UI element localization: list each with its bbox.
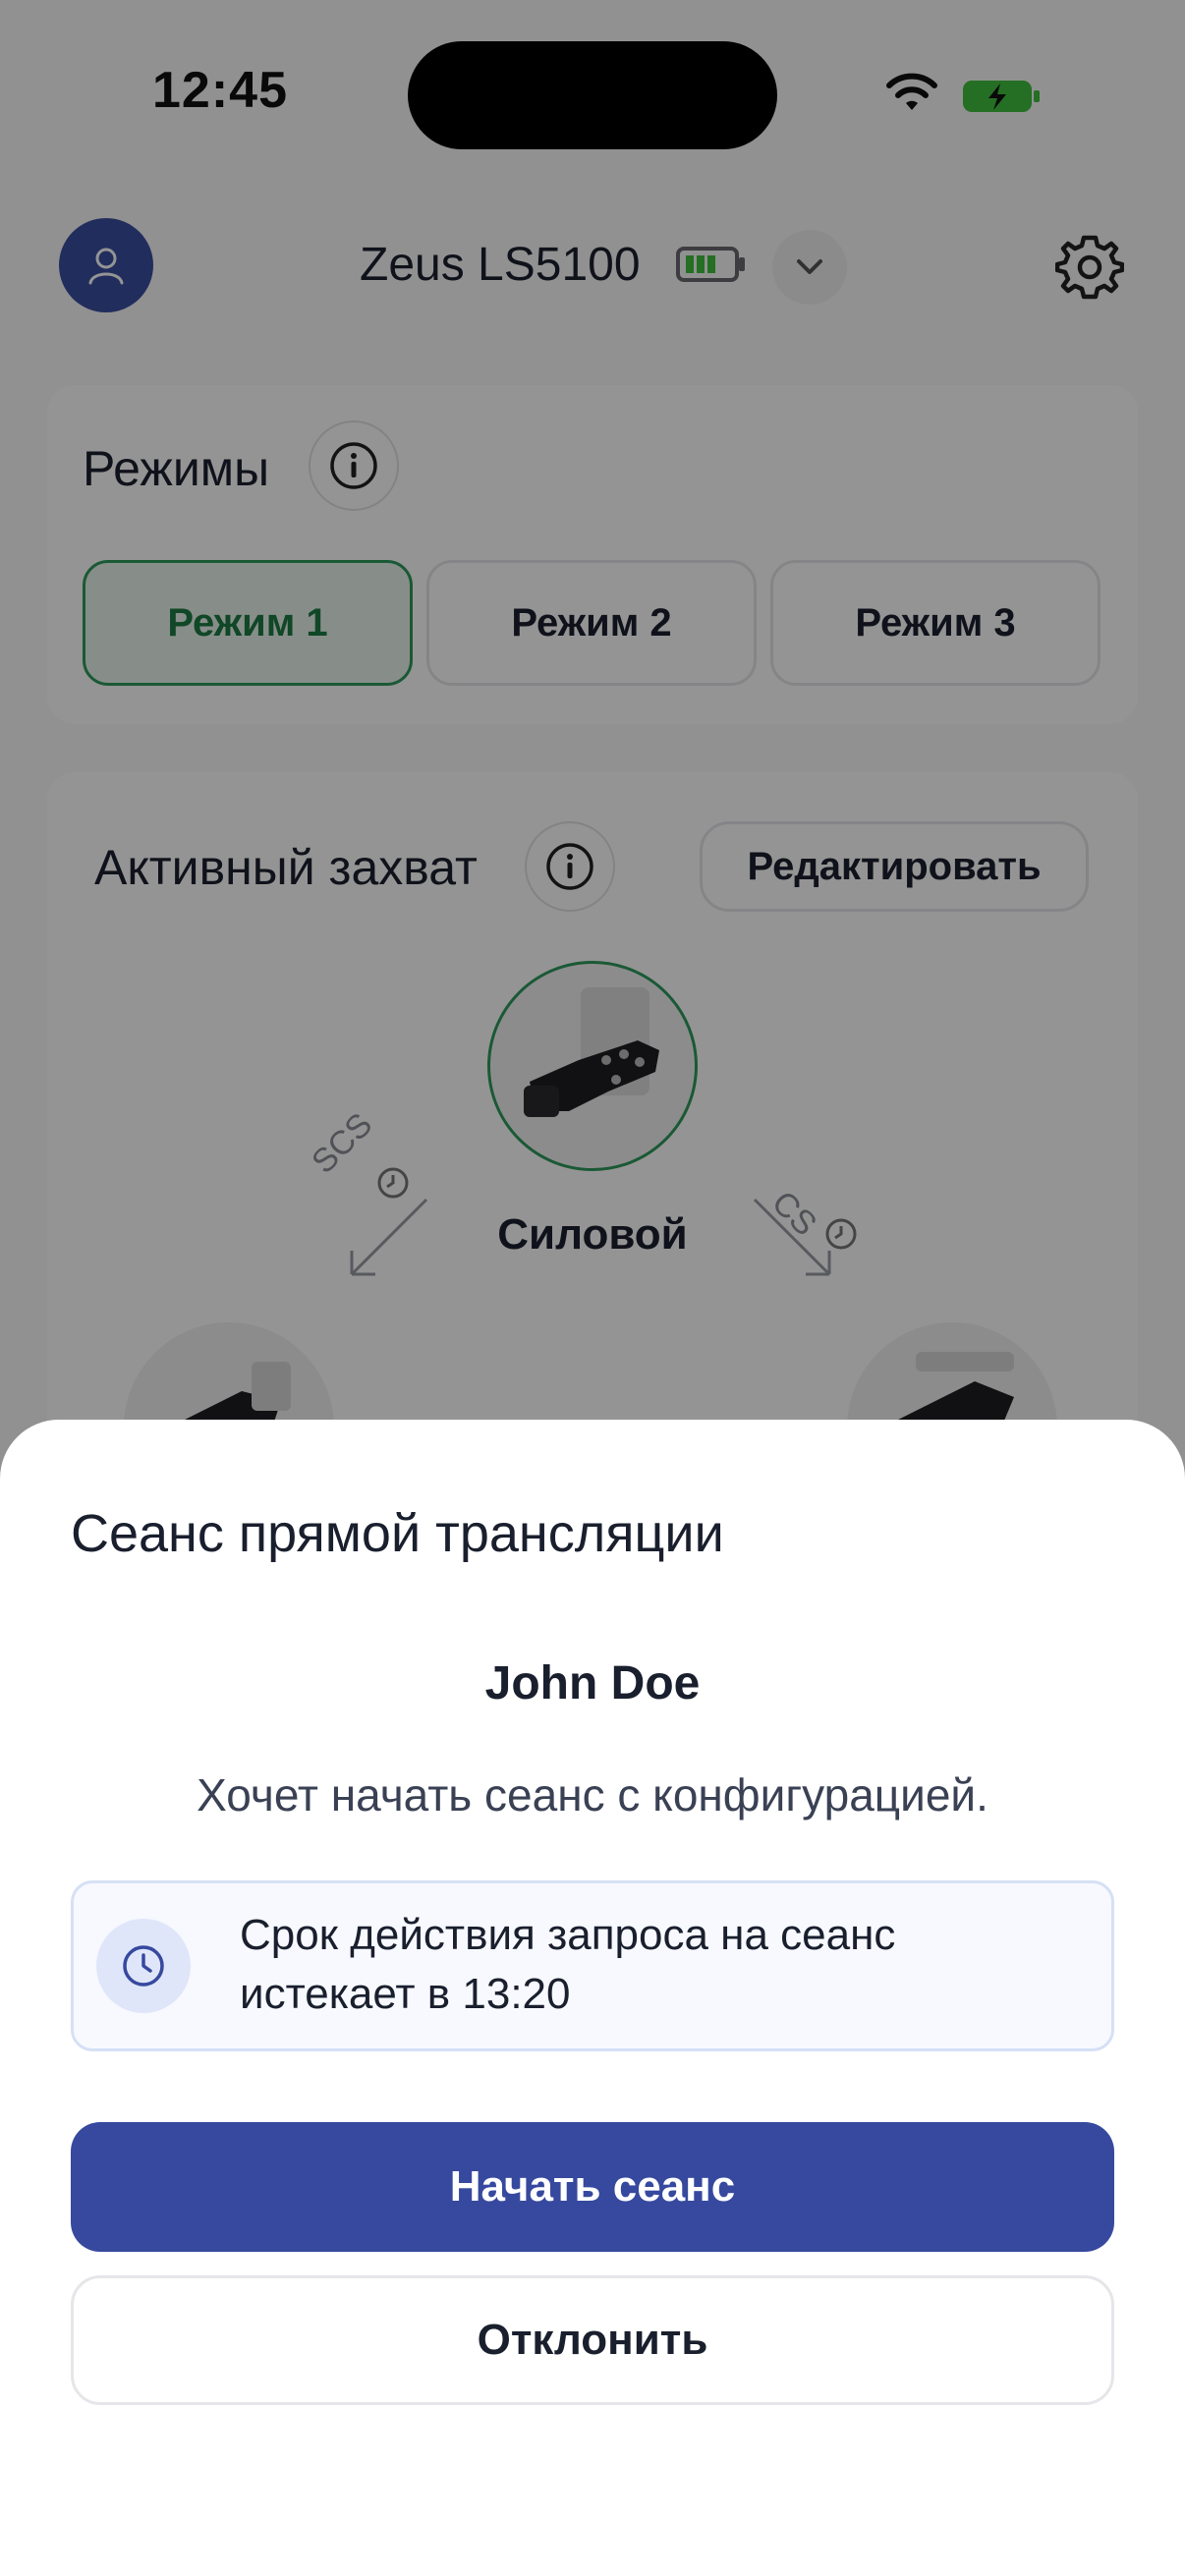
- clock-icon: [123, 1945, 164, 1987]
- requester-name: John Doe: [484, 1657, 701, 1709]
- app-screen: 12:45 Zeus LS5100 Режимы Режим 1 Режим 2…: [0, 0, 1185, 2576]
- decline-button[interactable]: Отклонить: [71, 2275, 1114, 2405]
- sheet-title: Сеанс прямой трансляции: [71, 1504, 724, 1563]
- expiry-text: Срок действия запроса на сеанс истекает …: [240, 1911, 896, 2018]
- start-session-button[interactable]: Начать сеанс: [71, 2122, 1114, 2252]
- request-description: Хочет начать сеанс с конфигурацией.: [197, 1769, 988, 1820]
- clock-badge: [96, 1919, 191, 2013]
